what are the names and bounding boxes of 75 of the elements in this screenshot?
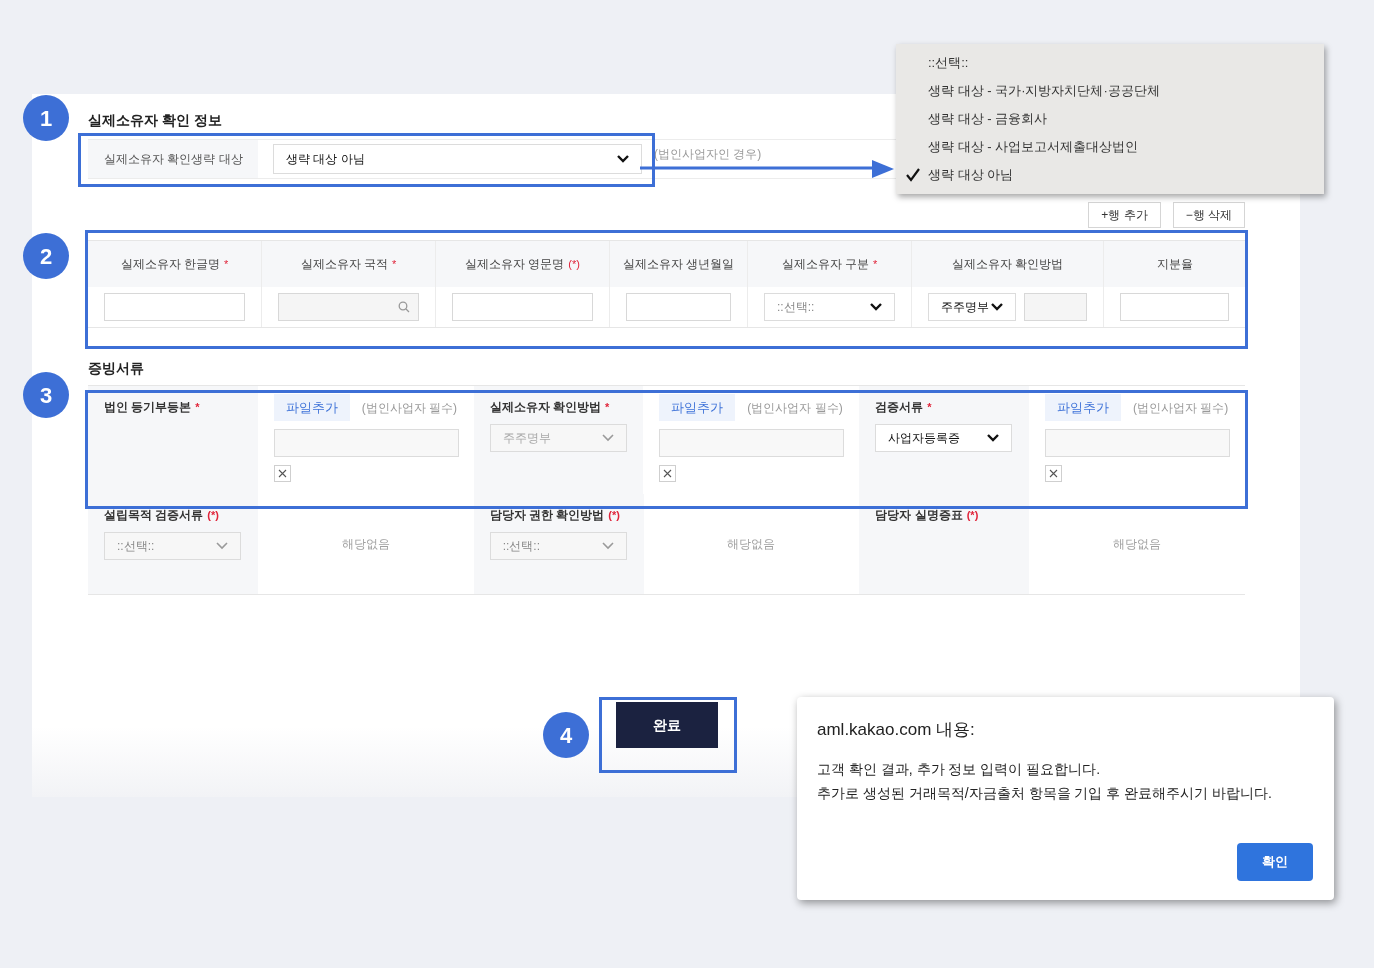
text-input[interactable] xyxy=(1024,293,1087,321)
dropdown-option[interactable]: 생략 대상 아님 xyxy=(896,161,1324,189)
column-header: 실제소유자 확인방법 xyxy=(912,241,1103,287)
select-field[interactable]: 생략 대상 아님 xyxy=(273,144,642,174)
step-number-badge: 1 xyxy=(23,95,69,141)
dropdown-option[interactable]: ::선택:: xyxy=(896,49,1324,77)
text-input[interactable] xyxy=(1120,293,1229,321)
dialog-message: 추가로 생성된 거래목적/자금출처 항목을 기입 후 완료해주시기 바랍니다. xyxy=(817,783,1273,803)
x-icon xyxy=(1049,469,1058,478)
chevron-down-icon xyxy=(870,303,882,311)
ok-button[interactable]: 확인 xyxy=(1237,843,1313,881)
required-note: (법인사업자 필수) xyxy=(1133,399,1229,417)
required-mark: * xyxy=(224,256,229,272)
chevron-down-icon xyxy=(987,434,1000,442)
required-mark: * xyxy=(927,399,932,415)
step-number-badge: 2 xyxy=(23,233,69,279)
not-applicable-text: 해당없음 xyxy=(341,536,390,553)
column-header: 지분율 xyxy=(1104,241,1245,287)
select-field[interactable]: ::선택:: xyxy=(764,293,895,321)
required-note: (법인사업자 필수) xyxy=(361,399,457,417)
required-mark: * xyxy=(605,399,610,415)
add-row-button[interactable]: +행 추가 xyxy=(1088,202,1161,228)
not-applicable-text: 해당없음 xyxy=(1113,536,1162,553)
dropdown-option[interactable]: 생략 대상 - 국가·지방자치단체·공공단체 xyxy=(896,77,1324,105)
chevron-down-icon xyxy=(601,434,614,442)
column-header: 실제소유자 생년월일 xyxy=(610,241,747,287)
column-header: 실제소유자 국적 * xyxy=(262,241,435,287)
required-mark: (*) xyxy=(207,507,219,523)
column-header: 실제소유자 영문명 (*) xyxy=(436,241,609,287)
document-label: 담당자 권한 확인방법 (*) xyxy=(489,506,621,524)
column-header: 실제소유자 한글명 * xyxy=(88,241,261,287)
column-header: 실제소유자 구분 * xyxy=(748,241,911,287)
text-input[interactable] xyxy=(104,293,245,321)
required-mark: (*) xyxy=(966,507,979,523)
search-field[interactable] xyxy=(278,293,419,321)
complete-button[interactable]: 완료 xyxy=(616,702,718,748)
document-label: 검증서류 * xyxy=(875,398,933,416)
add-file-button[interactable]: 파일추가 xyxy=(659,394,736,421)
field-label: 실제소유자 확인생략 대상 xyxy=(104,151,243,168)
document-label: 실제소유자 확인방법 * xyxy=(489,398,611,416)
document-label: 설립목적 검증서류 (*) xyxy=(104,506,220,524)
chevron-down-icon xyxy=(991,303,1003,311)
delete-row-button[interactable]: −행 삭제 xyxy=(1172,202,1245,228)
required-note: (법인사업자 필수) xyxy=(747,399,843,417)
dialog-message: 고객 확인 결과, 추가 정보 입력이 필요합니다. xyxy=(817,759,1102,779)
x-icon xyxy=(663,469,673,478)
dropdown-option[interactable]: 생략 대상 - 사업보고서제출대상법인 xyxy=(896,133,1324,161)
hint-text: (법인사업자인 경우) xyxy=(654,146,762,163)
x-icon xyxy=(277,469,287,478)
remove-file-button[interactable] xyxy=(659,465,677,482)
not-applicable-text: 해당없음 xyxy=(727,536,776,553)
text-input[interactable] xyxy=(452,293,593,321)
dialog-title: aml.kakao.com 내용: xyxy=(817,719,976,741)
required-mark: * xyxy=(873,256,878,272)
document-label: 법인 등기부등본 * xyxy=(104,398,201,416)
step-number-badge: 3 xyxy=(23,372,69,418)
search-icon xyxy=(398,301,410,313)
required-mark: * xyxy=(195,399,200,415)
add-file-button[interactable]: 파일추가 xyxy=(1045,394,1121,421)
required-mark: (*) xyxy=(568,256,580,272)
dropdown-option[interactable]: 생략 대상 - 금융회사 xyxy=(896,105,1324,133)
section-title: 증빙서류 xyxy=(88,359,144,378)
text-input[interactable] xyxy=(626,293,731,321)
chevron-down-icon xyxy=(617,155,629,163)
remove-file-button[interactable] xyxy=(1045,465,1062,482)
add-file-button[interactable]: 파일추가 xyxy=(273,394,350,421)
remove-file-button[interactable] xyxy=(273,465,291,482)
select-field[interactable]: 주주명부 xyxy=(928,293,1016,321)
document-label: 담당자 실명증표 (*) xyxy=(875,506,980,524)
required-mark: * xyxy=(392,256,397,272)
chevron-down-icon xyxy=(601,542,614,550)
select-field[interactable]: 사업자등록증 xyxy=(875,424,1013,452)
required-mark: (*) xyxy=(608,507,620,523)
section-title: 실제소유자 확인 정보 xyxy=(88,111,222,130)
chevron-down-icon xyxy=(216,542,228,550)
